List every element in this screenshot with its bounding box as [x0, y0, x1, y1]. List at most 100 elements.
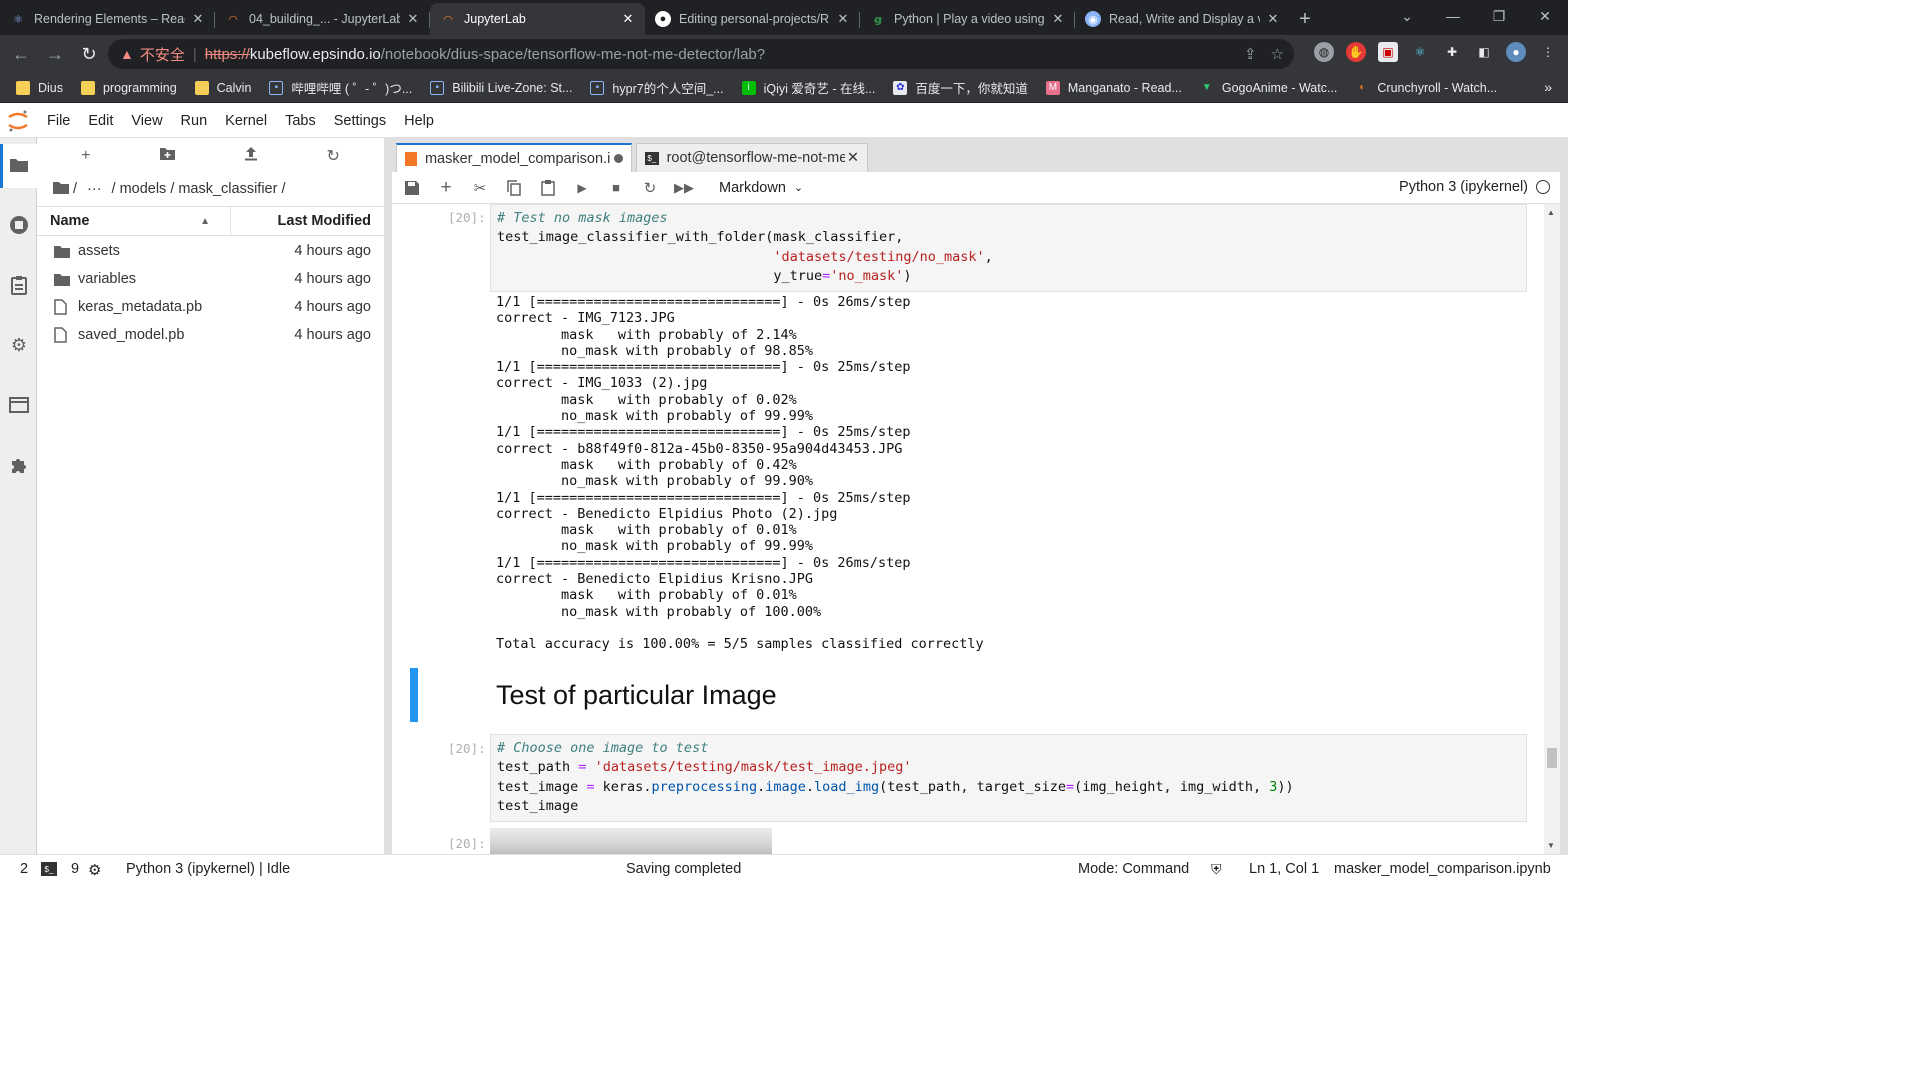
close-window-icon[interactable]: ✕ — [1522, 0, 1568, 32]
cell-type-dropdown[interactable]: Markdown ⌄ — [719, 180, 803, 196]
menu-tabs[interactable]: Tabs — [276, 113, 325, 129]
globe-extension-icon[interactable]: ◍ — [1314, 42, 1334, 62]
file-row[interactable]: assets 4 hours ago — [37, 237, 384, 265]
reload-icon[interactable]: ↻ — [72, 37, 106, 71]
browser-tab[interactable]: ◉ Read, Write and Display a v ✕ — [1075, 3, 1290, 35]
tab-search-icon[interactable]: ⌄ — [1384, 0, 1430, 32]
copy-icon[interactable] — [497, 173, 531, 203]
markdown-heading[interactable]: Test of particular Image — [496, 680, 777, 711]
close-tab-icon[interactable]: ✕ — [1266, 11, 1280, 27]
adblock-extension-icon[interactable]: ✋ — [1346, 42, 1366, 62]
close-tab-icon[interactable]: ✕ — [847, 150, 859, 166]
bookmark-star-icon[interactable]: ☆ — [1271, 45, 1284, 63]
simple-mode-count[interactable]: 2 — [20, 861, 28, 877]
commands-icon[interactable] — [8, 274, 30, 296]
kernel-indicator[interactable]: Python 3 (ipykernel) — [1399, 179, 1550, 195]
react-devtools-icon[interactable]: ⚛ — [1410, 42, 1430, 62]
cursor-position[interactable]: Ln 1, Col 1 — [1249, 861, 1319, 877]
bookmarks-overflow-button[interactable]: » — [1544, 79, 1552, 95]
close-tab-icon[interactable]: ✕ — [836, 11, 850, 27]
scroll-up-icon[interactable]: ▲ — [1547, 208, 1555, 217]
scrollbar-thumb[interactable] — [1547, 748, 1557, 768]
extensions-puzzle-icon[interactable]: ✚ — [1442, 42, 1462, 62]
breadcrumb-item[interactable]: mask_classifier — [178, 181, 277, 197]
bookmark-item[interactable]: ◐ Crunchyroll - Watch... — [1355, 81, 1497, 95]
property-inspector-gears-icon[interactable]: ⚙ — [8, 334, 30, 356]
upload-icon[interactable] — [244, 146, 258, 166]
home-folder-icon[interactable] — [53, 181, 69, 198]
red-extension-icon[interactable]: ▣ — [1378, 42, 1398, 62]
browser-tab[interactable]: ⚛ Rendering Elements – React ✕ — [0, 3, 215, 35]
browser-tab[interactable]: ◠ 04_building_... - JupyterLab ✕ — [215, 3, 430, 35]
bookmark-item[interactable]: Calvin — [194, 80, 251, 95]
trusted-shield-icon[interactable]: ⛨ — [1211, 861, 1222, 878]
refresh-icon[interactable]: ↻ — [326, 146, 339, 166]
menu-kernel[interactable]: Kernel — [216, 113, 276, 129]
menu-view[interactable]: View — [122, 113, 171, 129]
breadcrumb-item[interactable]: models — [120, 181, 167, 197]
side-panel-icon[interactable]: ◧ — [1474, 42, 1494, 62]
menu-run[interactable]: Run — [172, 113, 217, 129]
code-cell-editor[interactable]: # Choose one image to test test_path = '… — [490, 734, 1527, 822]
address-bar[interactable]: ▲ 不安全 | https://kubeflow.epsindo.io/note… — [108, 39, 1294, 69]
bookmark-item[interactable]: ▪ 哔哩哔哩 ( ゜- ゜)つ... — [269, 78, 412, 97]
file-row[interactable]: saved_model.pb 4 hours ago — [37, 321, 384, 349]
browser-tab[interactable]: ꞡ Python | Play a video using ✕ — [860, 3, 1075, 35]
menu-file[interactable]: File — [38, 113, 79, 129]
tabs-list-icon[interactable] — [8, 394, 30, 416]
document-tab-terminal[interactable]: $_ root@tensorflow-me-not-me ✕ — [636, 143, 868, 172]
terminal-count[interactable]: $_ 9 — [41, 861, 79, 877]
kernel-status[interactable]: Python 3 (ipykernel) | Idle — [126, 861, 290, 877]
close-tab-icon[interactable]: ✕ — [621, 11, 635, 27]
forward-icon[interactable]: → — [38, 37, 72, 71]
bookmark-item[interactable]: programming — [81, 80, 177, 95]
close-tab-icon[interactable]: ✕ — [1051, 11, 1065, 27]
minimize-icon[interactable]: — — [1430, 0, 1476, 32]
restart-run-all-fast-forward-icon[interactable]: ▶▶ — [667, 173, 701, 203]
bookmark-item[interactable]: ✿ 百度一下，你就知道 — [893, 78, 1028, 97]
unsaved-dot-icon[interactable] — [614, 154, 623, 163]
notebook-scrollbar[interactable]: ▲ ▼ — [1544, 204, 1560, 854]
back-icon[interactable]: ← — [4, 37, 38, 71]
menu-settings[interactable]: Settings — [325, 113, 395, 129]
menu-help[interactable]: Help — [395, 113, 443, 129]
bookmark-item[interactable]: i iQiyi 爱奇艺 - 在线... — [741, 78, 875, 97]
interrupt-stop-icon[interactable]: ■ — [599, 173, 633, 203]
menu-edit[interactable]: Edit — [79, 113, 122, 129]
file-row[interactable]: keras_metadata.pb 4 hours ago — [37, 293, 384, 321]
kernel-gear-icon[interactable]: ⚙ — [88, 861, 101, 879]
share-icon[interactable]: ⇪ — [1244, 45, 1257, 63]
code-cell-editor[interactable]: # Test no mask images test_image_classif… — [490, 204, 1527, 292]
bookmark-item[interactable]: ▪ hypr7的个人空间_... — [590, 78, 724, 97]
notebook-filename[interactable]: masker_model_comparison.ipynb — [1334, 861, 1551, 877]
add-cell-plus-icon[interactable]: + — [429, 173, 463, 203]
bookmark-item[interactable]: ▼ GogoAnime - Watc... — [1200, 81, 1338, 95]
run-play-icon[interactable]: ▶ — [565, 173, 599, 203]
new-folder-icon[interactable] — [159, 147, 176, 166]
bookmark-item[interactable]: M Manganato - Read... — [1045, 80, 1182, 95]
restart-icon[interactable]: ↻ — [633, 173, 667, 203]
name-column-header[interactable]: Name ▲ — [37, 206, 231, 236]
profile-avatar[interactable]: ● — [1506, 42, 1526, 62]
extension-manager-puzzle-icon[interactable] — [8, 454, 30, 476]
folder-icon[interactable] — [8, 154, 30, 176]
new-launcher-plus-icon[interactable]: + — [81, 147, 90, 165]
cut-scissors-icon[interactable]: ✂ — [463, 173, 497, 203]
close-tab-icon[interactable]: ✕ — [191, 11, 205, 27]
last-modified-column-header[interactable]: Last Modified — [231, 213, 384, 229]
running-kernels-icon[interactable] — [8, 214, 30, 236]
document-tab-notebook[interactable]: masker_model_comparison.ip — [396, 143, 632, 172]
menu-dots-icon[interactable]: ⋮ — [1538, 42, 1558, 62]
bookmark-item[interactable]: ▪ Bilibili Live-Zone: St... — [430, 80, 572, 95]
browser-tab[interactable]: ● Editing personal-projects/R ✕ — [645, 3, 860, 35]
save-icon[interactable] — [395, 173, 429, 203]
browser-tab-active[interactable]: ◠ JupyterLab ✕ — [430, 3, 645, 35]
restore-icon[interactable]: ❐ — [1476, 0, 1522, 32]
breadcrumb-ellipsis[interactable]: ··· — [87, 181, 102, 197]
file-row[interactable]: variables 4 hours ago — [37, 265, 384, 293]
paste-clipboard-icon[interactable] — [531, 173, 565, 203]
close-tab-icon[interactable]: ✕ — [406, 11, 420, 27]
bookmark-item[interactable]: Dius — [16, 80, 63, 95]
scroll-down-icon[interactable]: ▼ — [1547, 841, 1555, 850]
new-tab-button[interactable]: + — [1290, 3, 1320, 35]
